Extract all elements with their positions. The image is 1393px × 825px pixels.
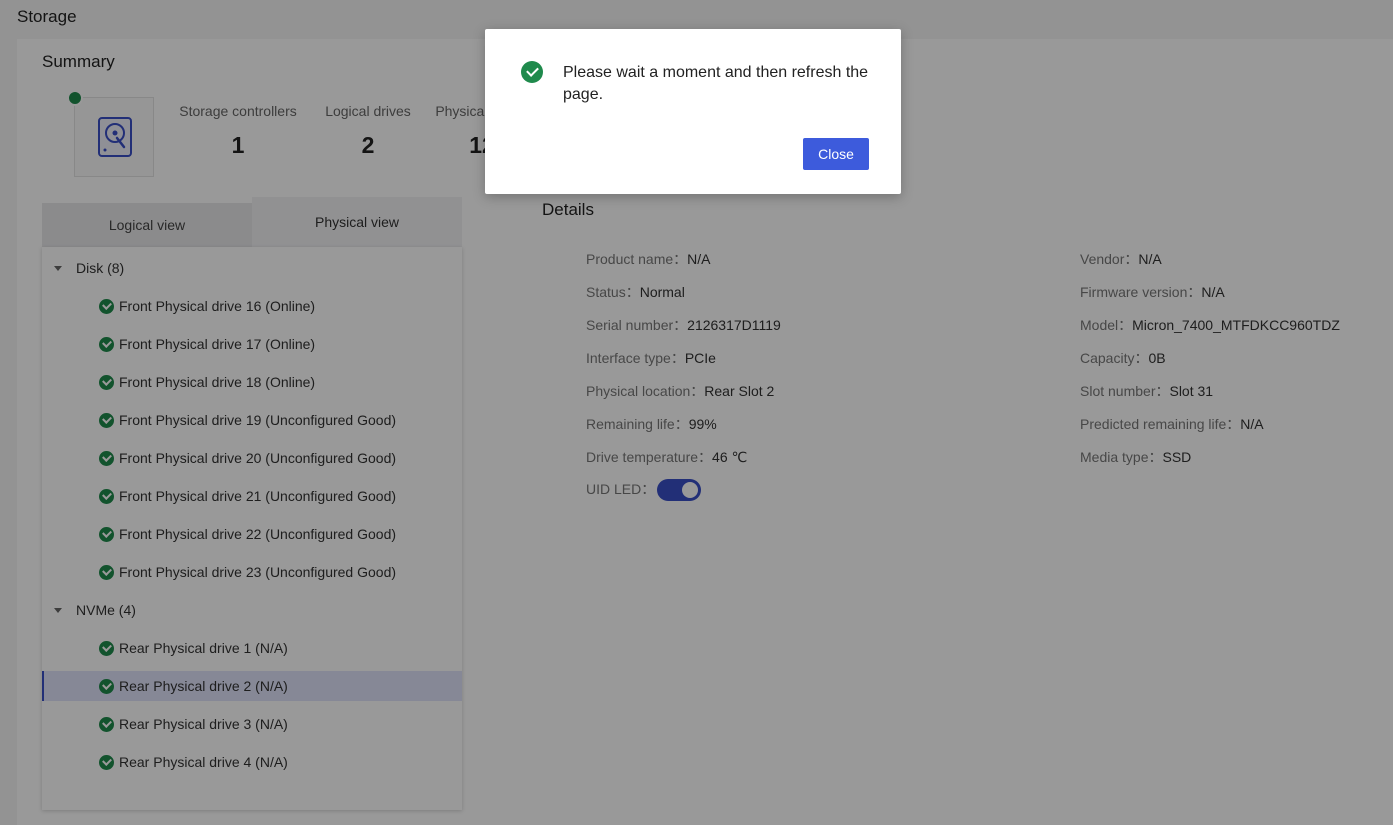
refresh-notice-dialog: Please wait a moment and then refresh th… [485, 29, 901, 194]
dialog-message: Please wait a moment and then refresh th… [563, 64, 869, 103]
close-button[interactable]: Close [803, 138, 869, 170]
success-check-icon [521, 61, 543, 83]
